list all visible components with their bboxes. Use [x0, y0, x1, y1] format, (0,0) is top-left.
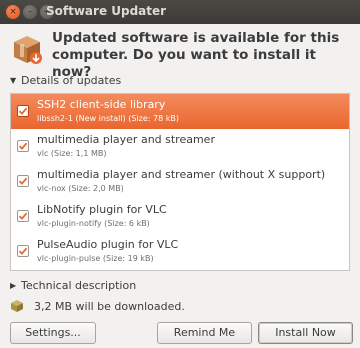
update-row-libssh2[interactable]: SSH2 client-side library libssh2-1 (New … — [11, 94, 349, 129]
update-detail: vlc (Size: 1,1 MB) — [37, 149, 107, 158]
update-name: multimedia player and streamer — [37, 133, 215, 146]
update-checkbox[interactable] — [17, 105, 29, 117]
update-row-vlc-plugin-notify[interactable]: LibNotify plugin for VLC vlc-plugin-noti… — [11, 199, 349, 234]
technical-description-expander[interactable]: ▶ Technical description — [10, 277, 136, 293]
technical-description-label: Technical description — [21, 278, 137, 292]
details-of-updates-label: Details of updates — [21, 73, 122, 87]
expander-right-arrow-icon: ▶ — [10, 280, 17, 290]
update-row-vlc[interactable]: multimedia player and streamer vlc (Size… — [11, 129, 349, 164]
update-detail: vlc-plugin-notify (Size: 6 kB) — [37, 219, 150, 228]
details-of-updates-expander[interactable]: ▼ Details of updates — [10, 72, 121, 88]
checkmark-icon — [18, 107, 28, 115]
update-detail: vlc-nox (Size: 2,0 MB) — [37, 184, 124, 193]
updates-list[interactable]: SSH2 client-side library libssh2-1 (New … — [10, 93, 350, 271]
update-name: multimedia player and streamer (without … — [37, 168, 326, 181]
update-name: SSH2 client-side library — [37, 98, 166, 111]
update-detail: libssh2-1 (New install) (Size: 78 kB) — [37, 114, 180, 123]
update-text: multimedia player and streamer (without … — [37, 168, 325, 194]
title-bar: × – + Software Updater — [0, 0, 360, 24]
update-text: SSH2 client-side library libssh2-1 (New … — [37, 98, 179, 124]
remind-me-later-button[interactable]: Remind Me Later — [157, 322, 252, 348]
checkmark-icon — [18, 177, 28, 185]
update-detail: vlc-plugin-pulse (Size: 19 kB) — [37, 254, 154, 263]
update-checkbox[interactable] — [17, 175, 29, 187]
update-text: PulseAudio plugin for VLC vlc-plugin-pul… — [37, 238, 178, 264]
checkmark-icon — [18, 142, 28, 150]
update-text: LibNotify plugin for VLC vlc-plugin-noti… — [37, 203, 167, 229]
checkmark-icon — [18, 212, 28, 220]
update-row-vlc-plugin-pulse[interactable]: PulseAudio plugin for VLC vlc-plugin-pul… — [11, 234, 349, 269]
software-updater-window: × – + Software Updater Updated software … — [0, 0, 360, 348]
window-title: Software Updater — [46, 4, 167, 18]
update-checkbox[interactable] — [17, 210, 29, 222]
update-name: PulseAudio plugin for VLC — [37, 238, 179, 251]
update-text: multimedia player and streamer vlc (Size… — [37, 133, 215, 159]
expander-down-arrow-icon: ▼ — [10, 75, 17, 85]
update-checkbox[interactable] — [17, 140, 29, 152]
header: Updated software is available for this c… — [10, 30, 350, 80]
update-row-vlc-nox[interactable]: multimedia player and streamer (without … — [11, 164, 349, 199]
close-window-button[interactable]: × — [6, 5, 20, 19]
download-size-text: 3,2 MB will be downloaded. — [34, 299, 185, 313]
settings-button[interactable]: Settings... — [10, 322, 96, 344]
checkmark-icon — [18, 247, 28, 255]
download-size-icon — [11, 300, 23, 312]
download-size-info: 3,2 MB will be downloaded. — [10, 298, 185, 314]
minimize-window-button[interactable]: – — [23, 5, 37, 19]
update-checkbox[interactable] — [17, 245, 29, 257]
update-name: LibNotify plugin for VLC — [37, 203, 167, 216]
install-now-button[interactable]: Install Now — [258, 322, 353, 344]
package-icon — [14, 36, 42, 64]
